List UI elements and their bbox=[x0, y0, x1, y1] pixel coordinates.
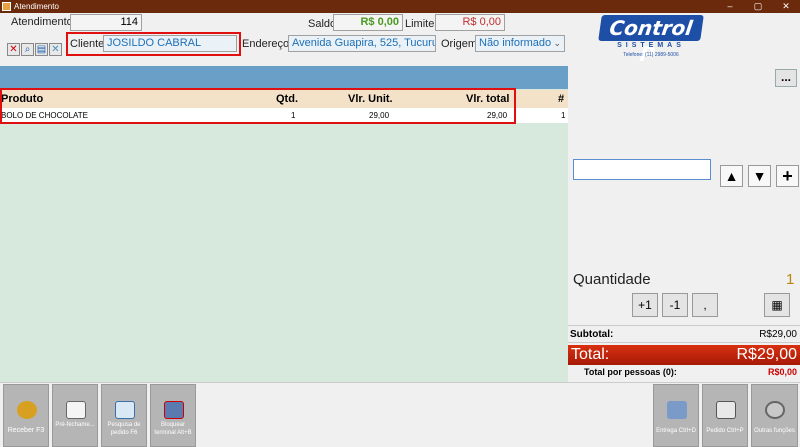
app-icon bbox=[2, 2, 11, 11]
cliente-highlight bbox=[66, 32, 241, 56]
calculator-icon[interactable]: ▦ bbox=[764, 293, 790, 317]
plus-one-button[interactable]: +1 bbox=[632, 293, 658, 317]
window-title: Atendimento bbox=[14, 2, 59, 11]
receipt-icon bbox=[66, 401, 86, 419]
gear-icon bbox=[765, 401, 785, 419]
atendimento-field: 114 bbox=[70, 14, 142, 31]
comma-button[interactable]: , bbox=[692, 293, 718, 317]
coins-icon bbox=[17, 401, 37, 419]
delete-icon[interactable]: ✕ bbox=[7, 43, 20, 56]
chevron-down-icon: ⌄ bbox=[553, 38, 561, 48]
pessoas-label: Total por pessoas (0): bbox=[584, 367, 677, 377]
limite-field: R$ 0,00 bbox=[435, 14, 505, 31]
order-icon bbox=[716, 401, 736, 419]
origem-select[interactable]: Não informado ⌄ bbox=[475, 35, 565, 52]
endereco-label: Endereço: bbox=[242, 38, 293, 50]
origem-value: Não informado bbox=[479, 37, 552, 49]
down-button[interactable]: ▼ bbox=[748, 165, 771, 187]
pedido-button[interactable]: Pedido Ctrl+P bbox=[702, 384, 748, 447]
total-row: Total: R$29,00 bbox=[568, 345, 800, 365]
table-highlight bbox=[0, 88, 516, 124]
receber-button[interactable]: Receber F3 bbox=[3, 384, 49, 447]
edit-icon[interactable]: ▤ bbox=[35, 43, 48, 56]
logo-brand: Control P bbox=[598, 15, 704, 66]
close-icon[interactable]: ✕ bbox=[49, 43, 62, 56]
list-top-bar bbox=[0, 66, 568, 89]
logo-subtitle: SISTEMAS bbox=[617, 42, 685, 49]
pedido-label: Pedido Ctrl+P bbox=[706, 428, 744, 434]
search-icon[interactable]: ⌕ bbox=[21, 43, 34, 56]
pessoas-row: Total por pessoas (0): R$0,00 bbox=[568, 366, 800, 380]
delivery-icon bbox=[667, 401, 687, 419]
quantidade-label: Quantidade bbox=[573, 271, 651, 288]
code-input[interactable] bbox=[573, 159, 711, 180]
limite-label: Limite: bbox=[405, 18, 438, 30]
bloquear-button[interactable]: Bloquear terminal Alt+B bbox=[150, 384, 196, 447]
more-button[interactable]: ... bbox=[775, 69, 797, 87]
total-value: R$29,00 bbox=[736, 346, 798, 363]
search-order-icon bbox=[115, 401, 135, 419]
maximize-button[interactable]: ▢ bbox=[744, 0, 772, 13]
minimize-button[interactable]: – bbox=[716, 0, 744, 13]
outras-label: Outras funções bbox=[754, 428, 795, 434]
receber-label: Receber F3 bbox=[7, 427, 45, 434]
saldo-field: R$ 0,00 bbox=[333, 14, 403, 31]
up-button[interactable]: ▲ bbox=[720, 165, 743, 187]
atendimento-label: Atendimento: bbox=[11, 16, 76, 28]
add-button[interactable]: + bbox=[776, 165, 799, 187]
pesquisa-label: Pesquisa de pedido F6 bbox=[107, 422, 141, 436]
controlp-logo: Control P SISTEMAS Telefone: (11) 2989-5… bbox=[596, 15, 706, 66]
col-num: # bbox=[558, 93, 565, 105]
endereco-field[interactable]: Avenida Guapira, 525, Tucuruvi, 22 bbox=[288, 35, 436, 52]
prefechamento-label: Pré-fechame... bbox=[55, 422, 95, 428]
subtotal-label: Subtotal: bbox=[570, 329, 614, 340]
outras-funcoes-button[interactable]: Outras funções bbox=[751, 384, 798, 447]
total-label: Total: bbox=[571, 346, 610, 363]
subtotal-value: R$29,00 bbox=[759, 329, 797, 340]
entrega-button[interactable]: Entrega Ctrl+D bbox=[653, 384, 699, 447]
logo-phone: Telefone: (11) 2989-5006 bbox=[623, 52, 679, 58]
pesquisa-button[interactable]: Pesquisa de pedido F6 bbox=[101, 384, 147, 447]
entrega-label: Entrega Ctrl+D bbox=[656, 428, 696, 434]
bloquear-label: Bloquear terminal Alt+B bbox=[154, 422, 192, 436]
subtotal-row: Subtotal: R$29,00 bbox=[568, 325, 800, 343]
header: Atendimento: 114 Saldo R$ 0,00 Limite: R… bbox=[0, 13, 800, 66]
close-window-button[interactable]: ✕ bbox=[772, 0, 800, 13]
prefechamento-button[interactable]: Pré-fechame... bbox=[52, 384, 98, 447]
cell-num: 1 bbox=[561, 111, 566, 120]
quantidade-value: 1 bbox=[786, 271, 795, 288]
saldo-label: Saldo bbox=[308, 18, 337, 30]
lock-terminal-icon bbox=[164, 401, 184, 419]
minus-one-button[interactable]: -1 bbox=[662, 293, 688, 317]
pessoas-value: R$0,00 bbox=[767, 367, 797, 377]
title-bar: Atendimento – ▢ ✕ bbox=[0, 0, 800, 13]
